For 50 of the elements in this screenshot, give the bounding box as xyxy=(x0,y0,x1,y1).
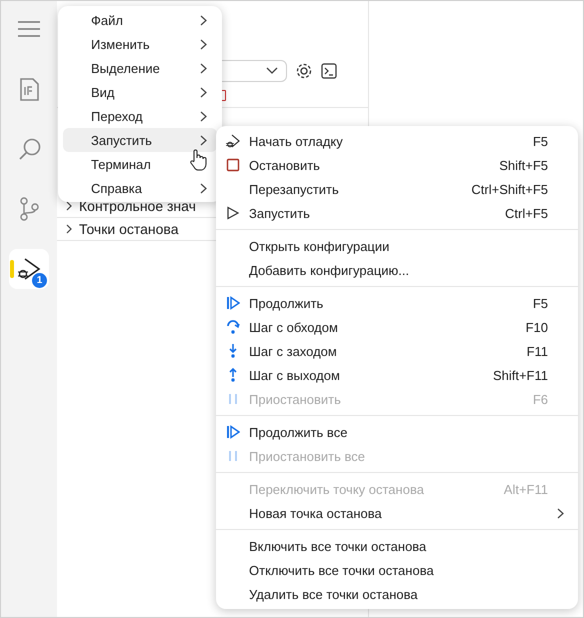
chevron-right-icon xyxy=(557,508,564,518)
pause-icon xyxy=(226,392,240,406)
menu-item[interactable]: Начать отладку F5 xyxy=(216,129,578,153)
chevron-right-icon xyxy=(200,38,207,50)
menu-item[interactable]: Выделение xyxy=(63,56,217,80)
chevron-right-icon xyxy=(200,62,207,74)
menu-item[interactable]: Справка xyxy=(63,176,217,200)
chevron-down-icon xyxy=(266,67,278,75)
terminal-icon[interactable] xyxy=(321,63,337,79)
menu-icon xyxy=(17,19,41,39)
menu-item[interactable]: Запустить xyxy=(63,128,217,152)
search-icon xyxy=(18,138,40,160)
step-over-icon xyxy=(226,320,240,334)
pause-icon xyxy=(226,449,240,463)
menu-item[interactable]: Изменить xyxy=(63,32,217,56)
count-badge: 1 xyxy=(32,273,47,288)
menu-item[interactable]: Переход xyxy=(63,104,217,128)
chevron-right-icon xyxy=(200,86,207,98)
chevron-right-icon xyxy=(200,182,207,194)
continue-icon xyxy=(226,296,240,310)
menu-item[interactable]: Файл xyxy=(63,8,217,32)
chevron-right-icon xyxy=(200,110,207,122)
activity-item[interactable]: 1 xyxy=(9,249,49,289)
menu-item[interactable]: Шаг с заходом F11 xyxy=(216,339,578,363)
gear-icon[interactable] xyxy=(295,62,313,80)
menu-item[interactable]: Новая точка останова xyxy=(216,501,578,525)
document-icon xyxy=(18,78,40,100)
play-icon xyxy=(226,206,240,220)
stop-icon xyxy=(226,158,240,172)
menu-item[interactable]: Перезапустить Ctrl+Shift+F5 xyxy=(216,177,578,201)
chevron-right-icon xyxy=(200,134,207,146)
debug-run-icon xyxy=(226,134,240,148)
menu-item[interactable]: Удалить все точки останова xyxy=(216,582,578,606)
menu-item[interactable]: Шаг с выходом Shift+F11 xyxy=(216,363,578,387)
hand-cursor-icon xyxy=(189,149,207,171)
menu-item[interactable]: Отключить все точки останова xyxy=(216,558,578,582)
chevron-right-icon xyxy=(65,224,73,234)
continue-icon xyxy=(226,425,240,439)
branch-icon xyxy=(19,197,39,221)
chevron-right-icon xyxy=(65,201,73,211)
menu-item[interactable]: Терминал xyxy=(63,152,217,176)
menu-item[interactable]: Продолжить все xyxy=(216,420,578,444)
menu-item[interactable]: Остановить Shift+F5 xyxy=(216,153,578,177)
menu-item[interactable]: Включить все точки останова xyxy=(216,534,578,558)
menu-item[interactable]: Вид xyxy=(63,80,217,104)
menu-item[interactable]: Добавить конфигурацию... xyxy=(216,258,578,282)
menu-item[interactable]: Шаг с обходом F10 xyxy=(216,315,578,339)
menu-item[interactable]: Продолжить F5 xyxy=(216,291,578,315)
chevron-right-icon xyxy=(200,14,207,26)
debug-run-icon xyxy=(17,257,41,281)
